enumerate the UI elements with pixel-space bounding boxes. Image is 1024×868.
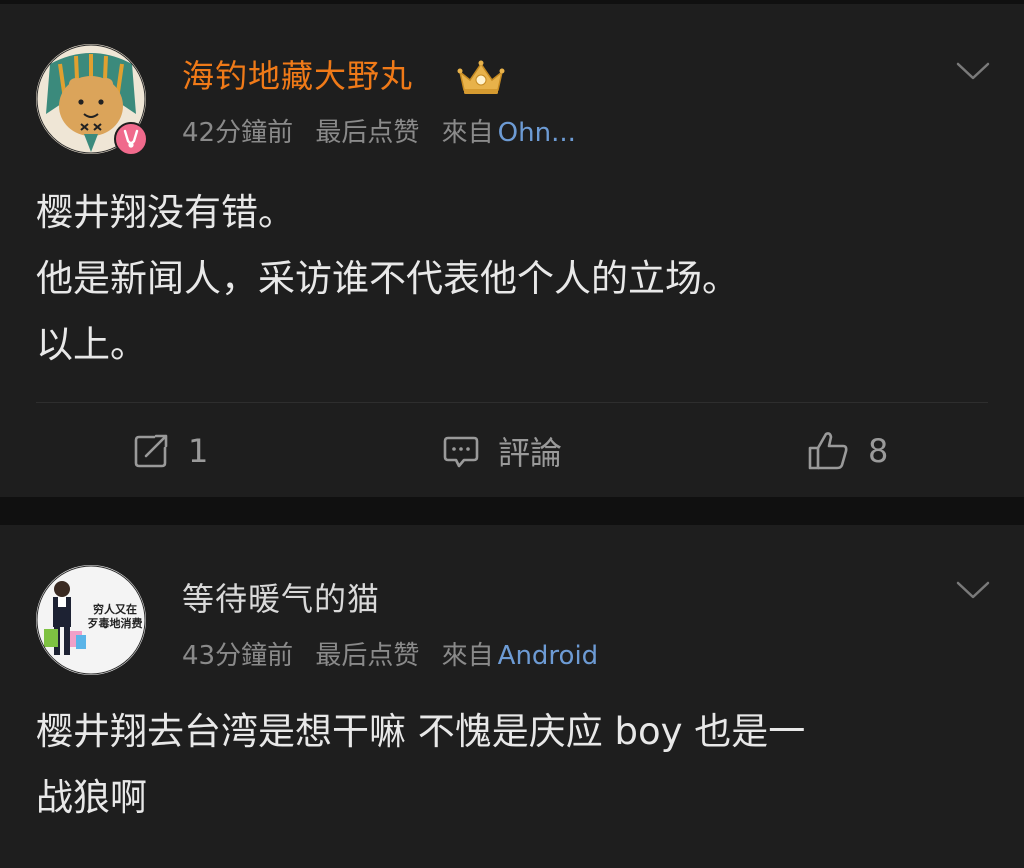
avatar-caption-line: 歹毒地消费 — [87, 617, 143, 630]
source-link[interactable]: Android — [498, 641, 599, 671]
action-bar: 1 評論 8 — [0, 404, 1024, 497]
source-prefix: 來自 — [441, 641, 494, 671]
avatar[interactable] — [36, 44, 148, 156]
like-count: 8 — [868, 431, 889, 470]
comment-meta: 43分鐘前 最后点赞 來自 Android — [182, 639, 598, 673]
comment-button[interactable]: 評論 — [442, 404, 562, 497]
like-button[interactable]: 8 — [806, 404, 888, 497]
avatar-caption: 穷人又在 歹毒地消费 — [84, 603, 146, 631]
chevron-down-icon[interactable] — [956, 60, 990, 82]
repost-icon — [134, 434, 168, 467]
comment-card: 海钓地藏大野丸 42分鐘前 最后点赞 來自 Ohn... 樱井翔没有错。 他是新闻… — [0, 4, 1024, 497]
avatar-caption-line: 穷人又在 — [93, 603, 137, 616]
comment-line: 他是新闻人，采访谁不代表他个人的立场。 — [36, 257, 739, 300]
comment-line: 樱井翔没有错。 — [36, 191, 295, 234]
divider — [36, 402, 988, 403]
comment-card: 穷人又在 歹毒地消费 等待暖气的猫 43分鐘前 最后点赞 來自 Android 樱… — [0, 525, 1024, 868]
repost-button[interactable]: 1 — [132, 404, 208, 497]
crown-badge-icon[interactable] — [456, 58, 506, 96]
repost-count: 1 — [188, 431, 209, 470]
comment-label: 評論 — [498, 433, 563, 472]
thumbs-up-icon — [808, 431, 848, 469]
avatar[interactable]: 穷人又在 歹毒地消费 — [36, 565, 146, 675]
last-like-label: 最后点赞 — [315, 641, 420, 671]
source-link[interactable]: Ohn... — [498, 118, 576, 148]
member-badge-icon — [114, 122, 148, 156]
comment-feed: 海钓地藏大野丸 42分鐘前 最后点赞 來自 Ohn... 樱井翔没有错。 他是新闻… — [0, 0, 1024, 868]
chevron-down-icon[interactable] — [956, 579, 990, 601]
username[interactable]: 海钓地藏大野丸 — [182, 56, 413, 96]
comment-line: 战狼啊 — [36, 776, 147, 819]
comment-icon — [443, 436, 479, 467]
timestamp: 42分鐘前 — [182, 118, 294, 148]
timestamp: 43分鐘前 — [182, 641, 294, 671]
source-prefix: 來自 — [441, 118, 494, 148]
comment-line: 以上。 — [36, 323, 147, 366]
comment-line: 樱井翔去台湾是想干嘛 不愧是庆应 boy 也是一 — [36, 710, 806, 753]
last-like-label: 最后点赞 — [315, 118, 420, 148]
comment-body: 樱井翔去台湾是想干嘛 不愧是庆应 boy 也是一 战狼啊 — [36, 699, 974, 831]
comment-body: 樱井翔没有错。 他是新闻人，采访谁不代表他个人的立场。 以上。 — [36, 180, 974, 378]
comment-meta: 42分鐘前 最后点赞 來自 Ohn... — [182, 116, 576, 150]
username[interactable]: 等待暖气的猫 — [182, 579, 380, 619]
